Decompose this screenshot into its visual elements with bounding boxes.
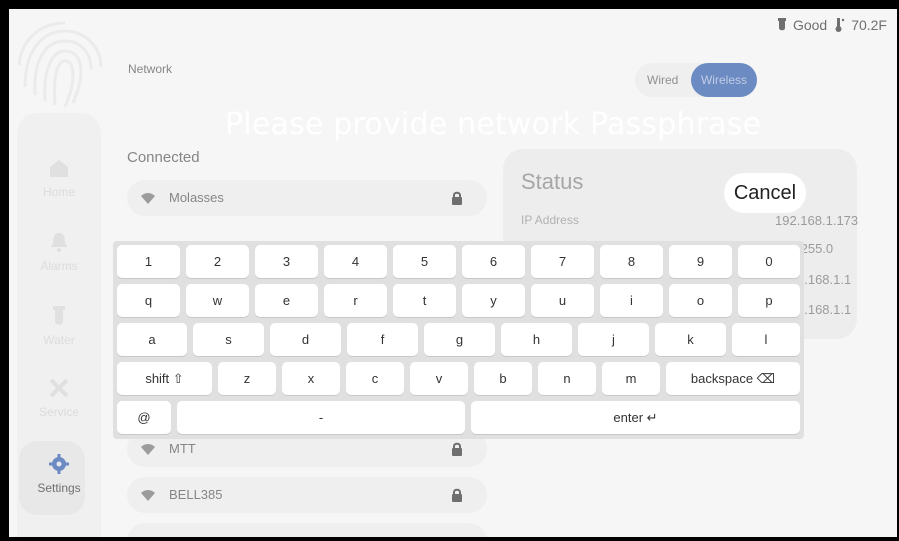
key-6[interactable]: 6 [462, 245, 525, 278]
key-b[interactable]: b [474, 362, 532, 395]
key-d[interactable]: d [270, 323, 341, 356]
key-q[interactable]: q [117, 284, 180, 317]
key-k[interactable]: k [655, 323, 726, 356]
key-m[interactable]: m [602, 362, 660, 395]
key-9[interactable]: 9 [669, 245, 732, 278]
key-4[interactable]: 4 [324, 245, 387, 278]
key-1[interactable]: 1 [117, 245, 180, 278]
cancel-button[interactable]: Cancel [724, 173, 806, 213]
key-l[interactable]: l [732, 323, 800, 356]
key-t[interactable]: t [393, 284, 456, 317]
shift-key[interactable]: shift ⇧ [117, 362, 212, 395]
passphrase-prompt: Please provide network Passphrase [225, 107, 762, 142]
key-h[interactable]: h [501, 323, 572, 356]
key-x[interactable]: x [282, 362, 340, 395]
key-o[interactable]: o [669, 284, 732, 317]
key-y[interactable]: y [462, 284, 525, 317]
key-a[interactable]: a [117, 323, 187, 356]
key-5[interactable]: 5 [393, 245, 456, 278]
enter-key[interactable]: enter ↵ [471, 401, 800, 434]
at-key[interactable]: @ [117, 401, 171, 434]
key-n[interactable]: n [538, 362, 596, 395]
key-w[interactable]: w [186, 284, 249, 317]
key-g[interactable]: g [424, 323, 495, 356]
key-0[interactable]: 0 [738, 245, 800, 278]
key-z[interactable]: z [218, 362, 276, 395]
key-s[interactable]: s [193, 323, 264, 356]
backspace-key[interactable]: backspace ⌫ [666, 362, 800, 395]
key-c[interactable]: c [346, 362, 404, 395]
key-r[interactable]: r [324, 284, 387, 317]
key-7[interactable]: 7 [531, 245, 594, 278]
key-p[interactable]: p [738, 284, 800, 317]
key-f[interactable]: f [347, 323, 418, 356]
dash-key[interactable]: - [177, 401, 465, 434]
key-3[interactable]: 3 [255, 245, 318, 278]
on-screen-keyboard: 1 2 3 4 5 6 7 8 9 0 q w e r t y u i o p … [113, 241, 804, 439]
key-i[interactable]: i [600, 284, 663, 317]
key-8[interactable]: 8 [600, 245, 663, 278]
key-e[interactable]: e [255, 284, 318, 317]
key-u[interactable]: u [531, 284, 594, 317]
key-j[interactable]: j [578, 323, 649, 356]
screen: Good 70.2F Home Alarms Water Service Set… [9, 9, 897, 537]
key-2[interactable]: 2 [186, 245, 249, 278]
key-v[interactable]: v [410, 362, 468, 395]
